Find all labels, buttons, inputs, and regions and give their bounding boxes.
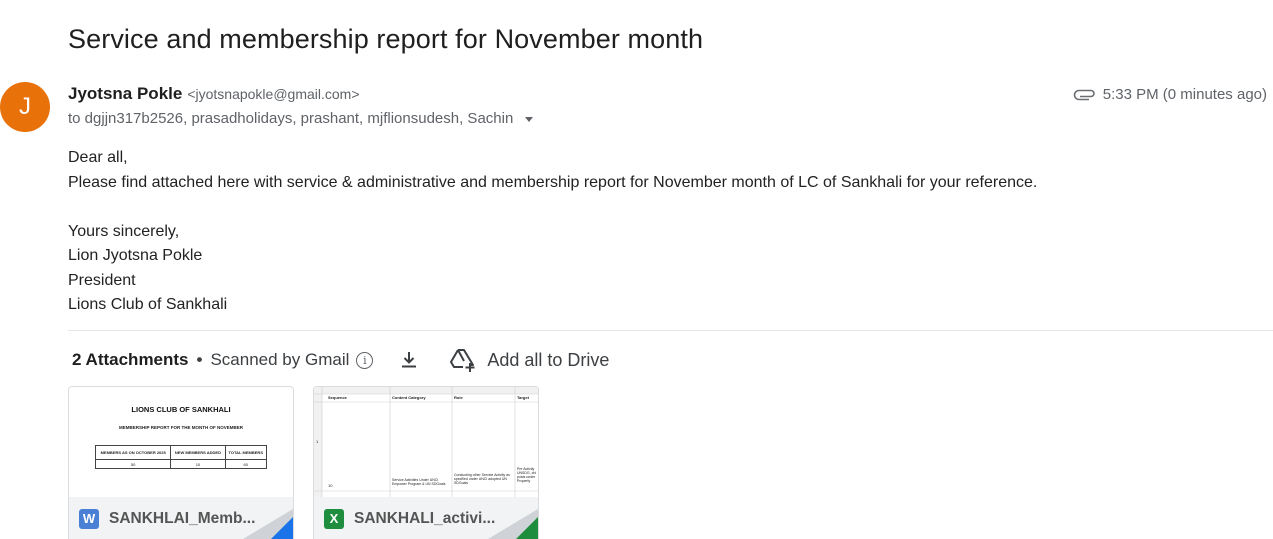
attachment-preview: LIONS CLUB OF SANKHALI MEMBERSHIP REPORT… bbox=[69, 387, 293, 497]
sender-line: Jyotsna Pokle <jyotsnapokle@gmail.com> bbox=[68, 84, 360, 104]
attachment-card-excel[interactable]: Sequence Content Category Role Target 1 … bbox=[313, 386, 539, 539]
body-closing: Yours sincerely, bbox=[68, 222, 180, 240]
divider bbox=[68, 330, 1273, 331]
download-all-icon[interactable] bbox=[399, 350, 419, 370]
preview-cell: 10 bbox=[170, 459, 226, 469]
preview-cell: Service Activities Under UNCI Empower Pr… bbox=[392, 478, 446, 486]
attachments-header: 2 Attachments • Scanned by Gmail i Add a… bbox=[72, 346, 609, 374]
body-message: Please find attached here with service &… bbox=[68, 173, 1038, 191]
body-greeting: Dear all, bbox=[68, 149, 128, 166]
signature-org: Lions Club of Sankhali bbox=[68, 296, 228, 313]
info-icon[interactable]: i bbox=[356, 351, 374, 369]
preview-cell: 60 bbox=[224, 459, 268, 469]
preview-title: LIONS CLUB OF SANKHALI bbox=[131, 405, 231, 414]
preview-cell: TOTAL MEMBERS bbox=[224, 445, 268, 460]
preview-cell: Conducting other Service Activity as spe… bbox=[454, 473, 510, 485]
preview-subtitle: MEMBERSHIP REPORT FOR THE MONTH OF NOVEM… bbox=[119, 425, 243, 430]
attachment-filename: SANKHALI_activi... bbox=[354, 509, 496, 527]
preview-header-cell: Sequence bbox=[328, 395, 347, 400]
preview-cell: Pre Activity UNSDG, chi posts under Prop… bbox=[517, 467, 537, 483]
avatar-letter: J bbox=[19, 93, 31, 120]
paperclip-icon bbox=[1073, 89, 1095, 100]
recipients-line: to dgjjn317b2526, prasadholidays, prasha… bbox=[68, 110, 534, 127]
email-body: Dear all, Please find attached here with… bbox=[68, 146, 1037, 318]
separator-dot: • bbox=[196, 350, 203, 369]
preview-row-number: 1 bbox=[316, 439, 319, 444]
preview-table: MEMBERS AS ON OCTOBER 2025 NEW MEMBERS A… bbox=[94, 445, 268, 469]
avatar[interactable]: J bbox=[0, 82, 50, 132]
preview-cell: 50 bbox=[94, 459, 172, 469]
scanned-label: Scanned by Gmail bbox=[210, 350, 350, 369]
email-subject: Service and membership report for Novemb… bbox=[68, 24, 704, 54]
signature-name: Lion Jyotsna Pokle bbox=[68, 247, 203, 264]
preview-header-cell: Content Category bbox=[392, 395, 426, 400]
attachments-count: 2 Attachments bbox=[72, 350, 189, 369]
recipients-text: to dgjjn317b2526, prasadholidays, prasha… bbox=[68, 110, 514, 127]
preview-cell: NEW MEMBERS ADDED bbox=[170, 445, 226, 460]
add-all-to-drive-button[interactable]: Add all to Drive bbox=[487, 350, 609, 371]
add-to-drive-icon[interactable] bbox=[449, 347, 477, 373]
sender-email[interactable]: <jyotsnapokle@gmail.com> bbox=[187, 86, 359, 102]
attachment-card-word[interactable]: LIONS CLUB OF SANKHALI MEMBERSHIP REPORT… bbox=[68, 386, 294, 539]
message-time: 5:33 PM (0 minutes ago) bbox=[1102, 86, 1267, 103]
show-details-chevron-down-icon[interactable] bbox=[525, 117, 534, 122]
word-file-icon: W bbox=[79, 508, 99, 529]
preview-cell: 10 bbox=[328, 483, 333, 488]
message-meta: 5:33 PM (0 minutes ago) bbox=[1073, 86, 1267, 103]
signature-title: President bbox=[68, 271, 136, 289]
excel-file-icon: X bbox=[324, 508, 344, 529]
preview-cell: MEMBERS AS ON OCTOBER 2025 bbox=[94, 445, 172, 460]
attachment-preview: Sequence Content Category Role Target 1 … bbox=[314, 387, 538, 497]
sender-name[interactable]: Jyotsna Pokle bbox=[68, 84, 182, 104]
file-type-corner-icon bbox=[271, 517, 293, 539]
file-type-corner-icon bbox=[516, 517, 538, 539]
attachment-filename: SANKHLAI_Memb... bbox=[109, 509, 256, 527]
preview-header-cell: Target bbox=[517, 395, 529, 400]
preview-header-cell: Role bbox=[454, 395, 463, 400]
